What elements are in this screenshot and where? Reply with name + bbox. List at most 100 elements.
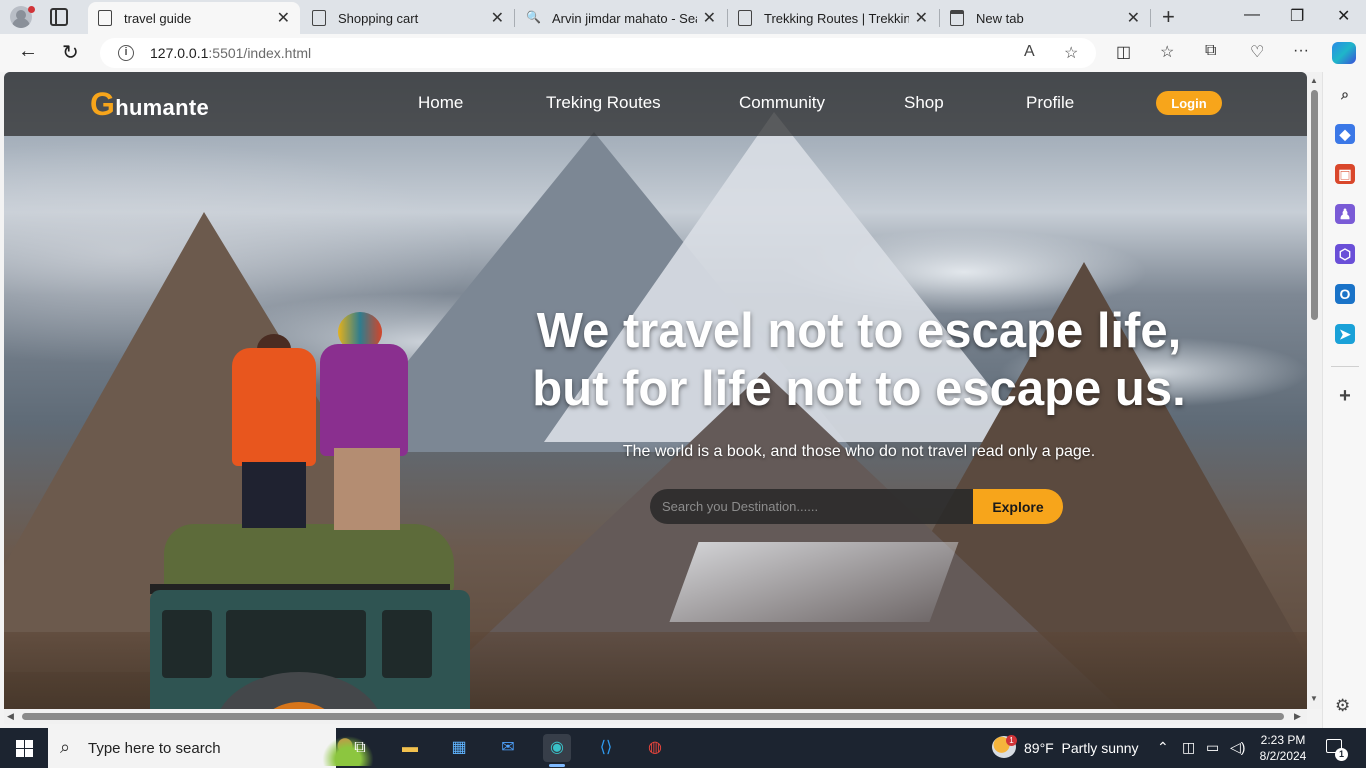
nav-home[interactable]: Home [418,93,463,113]
browser-tab-strip: travel guide ✕ Shopping cart ✕ 🔍 Arvin j… [0,0,1366,34]
nav-profile[interactable]: Profile [1026,93,1074,113]
tab-separator [1150,9,1151,27]
snow-field [669,542,959,622]
tab-title: Arvin jimdar mahato - Search [552,10,697,26]
edge-browser-icon[interactable]: ◉ [543,734,571,767]
login-button[interactable]: Login [1156,91,1222,115]
sidebar-microsoft365-icon[interactable]: ⬡ [1335,244,1355,264]
hiker-legs [334,448,400,530]
explore-button[interactable]: Explore [973,489,1063,524]
page-icon [312,10,326,26]
mail-icon[interactable]: ✉ [494,734,522,762]
horizontal-scroll-thumb[interactable] [22,713,1284,720]
scroll-up-arrow-icon[interactable]: ▲ [1310,76,1318,85]
hero-subtitle: The world is a book, and those who do no… [622,443,1096,460]
back-arrow-icon[interactable]: ← [18,40,38,63]
weather-widget[interactable]: 89°F Partly sunny [1024,740,1139,756]
more-menu-icon[interactable]: ··· [1293,42,1309,60]
system-clock[interactable]: 2:23 PM 8/2/2024 [1258,732,1308,764]
taskbar-search-box[interactable]: ⌕ Type here to search [48,728,378,768]
close-icon[interactable]: ✕ [915,8,928,28]
meet-now-icon[interactable]: ◫ [1182,739,1195,756]
weather-temperature: 89°F [1024,740,1054,756]
destination-search: Explore [650,489,1063,524]
tab-new-tab[interactable]: New tab ✕ [940,2,1150,34]
jeep-window [226,610,366,678]
sidebar-add-icon[interactable]: + [1335,386,1355,406]
profile-notification-dot [28,6,35,13]
window-close-icon[interactable]: ✕ [1337,6,1350,26]
sidebar-games-icon[interactable]: ♟ [1335,204,1355,224]
tab-title: travel guide [124,10,192,26]
hero-title-line1: We travel not to escape life, [536,304,1182,358]
tab-trekking-routes[interactable]: Trekking Routes | Trekking Guide ✕ [728,2,938,34]
tab-actions-icon[interactable] [50,8,68,26]
split-screen-icon[interactable]: ◫ [1116,42,1131,62]
horizontal-scrollbar[interactable]: ◀ ▶ [4,709,1307,724]
webpage-viewport: Ghumante Home Treking Routes Community S… [4,72,1307,709]
page-icon [98,10,112,26]
address-bar[interactable]: i 127.0.0.1:5501/index.html A ☆ [100,38,1096,68]
scroll-right-arrow-icon[interactable]: ▶ [1294,711,1301,722]
close-icon[interactable]: ✕ [491,8,504,28]
new-tab-plus-icon[interactable]: + [1162,4,1175,30]
logo-initial: G [90,86,116,122]
read-aloud-icon[interactable]: A [1024,43,1035,61]
windows-start-icon[interactable] [16,740,33,757]
vertical-scrollbar[interactable]: ▲ ▼ [1307,72,1322,709]
network-icon[interactable]: ▭ [1206,739,1219,756]
file-explorer-icon[interactable]: ▬ [396,734,424,762]
vertical-scroll-thumb[interactable] [1311,90,1318,320]
tab-title: New tab [976,10,1024,26]
url-path: :5501/index.html [208,45,312,61]
sidebar-drop-icon[interactable]: ➤ [1335,324,1355,344]
jeep-window [382,610,432,678]
sidebar-search-icon[interactable]: ⌕ [1335,84,1355,104]
nav-treking-routes[interactable]: Treking Routes [546,93,661,113]
nav-shop[interactable]: Shop [904,93,944,113]
browser-toolbar: ← ↻ i 127.0.0.1:5501/index.html A ☆ ◫ ☆ … [0,34,1366,72]
logo-text: humante [115,95,209,120]
nav-community[interactable]: Community [739,93,825,113]
tab-search[interactable]: 🔍 Arvin jimdar mahato - Search ✕ [516,2,726,34]
copilot-icon[interactable] [1332,42,1356,64]
edge-sidebar: ⌕ ◆ ▣ ♟ ⬡ O ➤ + [1322,72,1366,728]
sidebar-settings-gear-icon[interactable]: ⚙ [1335,696,1350,716]
hiker-legs [242,462,306,528]
microsoft-store-icon[interactable]: ▦ [445,734,473,762]
url-host: 127.0.0.1 [150,45,209,61]
collections-icon[interactable]: ⧉ [1205,42,1216,60]
restore-icon[interactable]: ❐ [1290,6,1304,26]
scroll-down-arrow-icon[interactable]: ▼ [1310,694,1318,703]
clock-date: 8/2/2024 [1259,749,1307,763]
browser-essentials-icon[interactable]: ♡ [1250,42,1264,62]
chrome-icon[interactable]: ◍ [641,734,669,762]
sidebar-shopping-icon[interactable]: ◆ [1335,124,1355,144]
close-icon[interactable]: ✕ [703,8,716,28]
hiker-orange-jacket [232,348,316,466]
sidebar-outlook-icon[interactable]: O [1335,284,1355,304]
tab-shopping-cart[interactable]: Shopping cart ✕ [302,2,514,34]
taskbar-search-placeholder: Type here to search [88,740,221,757]
site-logo[interactable]: Ghumante [90,86,209,123]
favorites-icon[interactable]: ☆ [1160,42,1174,62]
weather-description: Partly sunny [1061,740,1139,756]
site-info-icon[interactable]: i [118,45,134,61]
minimize-icon[interactable]: — [1244,6,1260,24]
vscode-icon[interactable]: ⟨⟩ [592,734,620,762]
favorite-star-icon[interactable]: ☆ [1064,43,1078,63]
sidebar-tools-icon[interactable]: ▣ [1335,164,1355,184]
volume-icon[interactable]: ◁) [1230,739,1245,756]
show-hidden-icons-chevron-icon[interactable]: ⌃ [1157,739,1169,756]
destination-search-input[interactable] [650,489,974,524]
tab-travel-guide[interactable]: travel guide ✕ [88,2,300,34]
close-icon[interactable]: ✕ [1127,8,1140,28]
task-view-icon[interactable]: ⧉ [346,734,374,762]
jeep-window [162,610,212,678]
scroll-left-arrow-icon[interactable]: ◀ [7,711,14,722]
search-icon: ⌕ [60,737,71,757]
refresh-icon[interactable]: ↻ [62,40,79,65]
close-icon[interactable]: ✕ [277,8,290,28]
url-text[interactable]: 127.0.0.1:5501/index.html [150,45,311,61]
page-icon [738,10,752,26]
